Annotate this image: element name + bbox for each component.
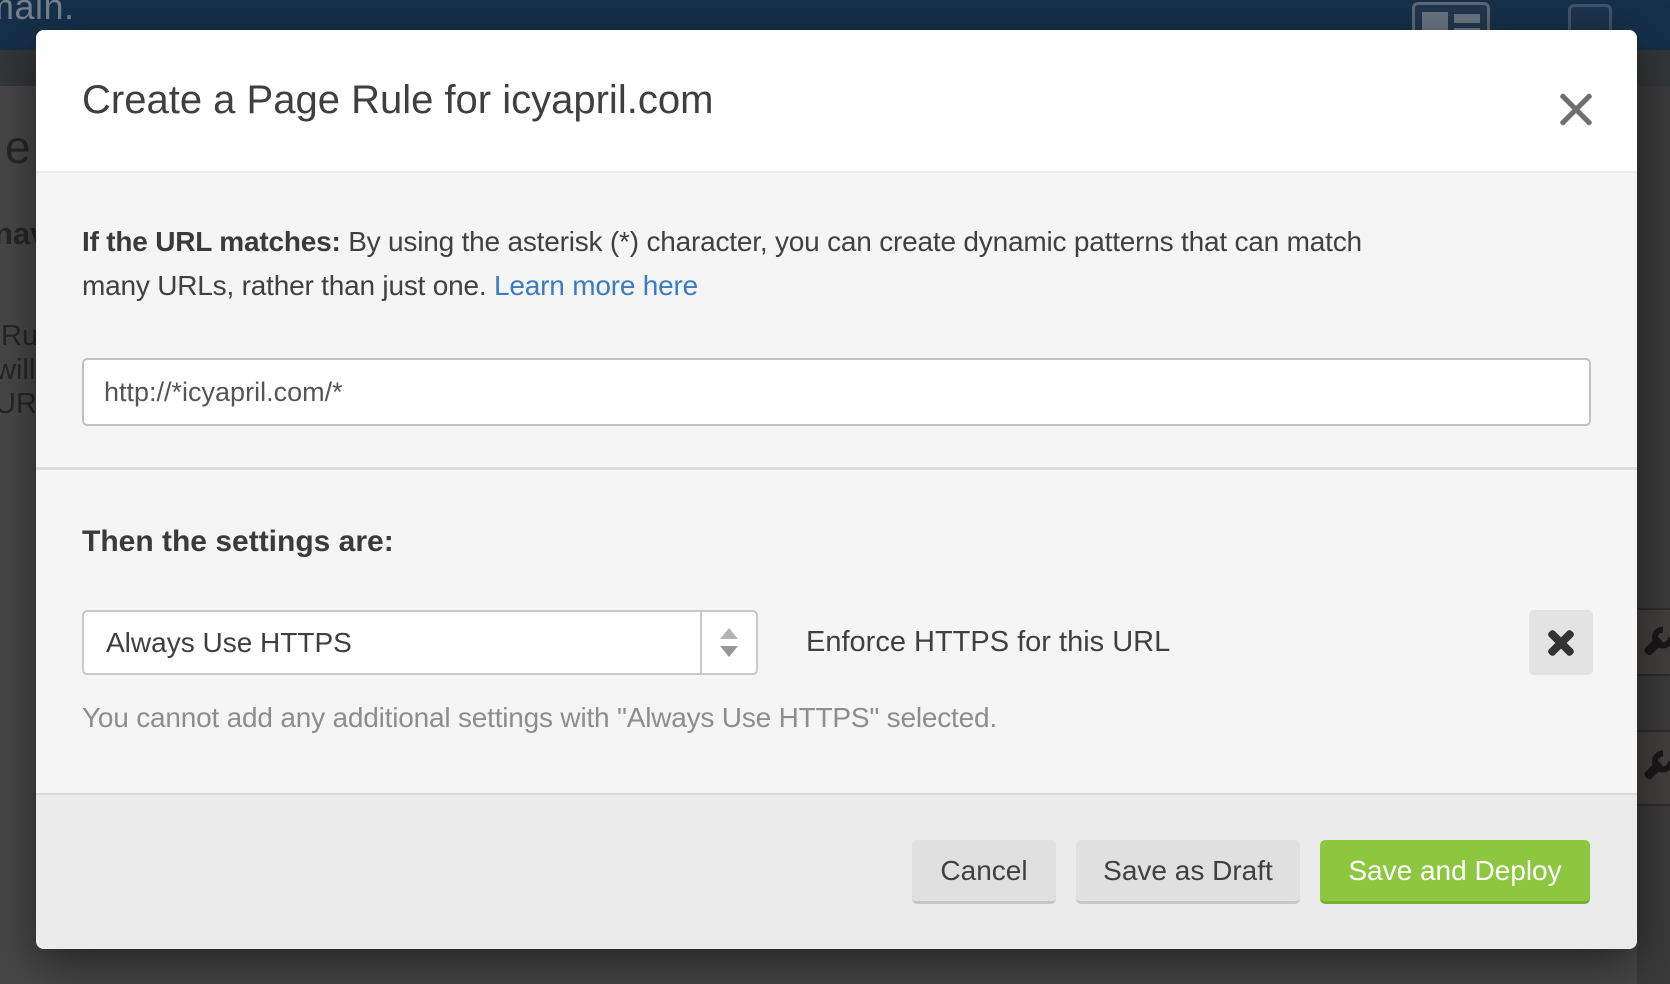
modal-header: Create a Page Rule for icyapril.com [36, 30, 1637, 173]
domain-text-fragment: main. [0, 0, 75, 28]
remove-setting-button[interactable] [1529, 610, 1593, 675]
background-text-fragment: e [5, 120, 31, 174]
save-and-deploy-button[interactable]: Save and Deploy [1320, 840, 1590, 904]
settings-heading: Then the settings are: [82, 525, 394, 559]
background-right-strip [1637, 86, 1670, 984]
url-match-description: If the URL matches: By using the asteris… [82, 220, 1362, 308]
chevron-down-icon [720, 646, 738, 657]
url-match-section: If the URL matches: By using the asteris… [36, 173, 1637, 470]
setting-select[interactable]: Always Use HTTPS [82, 610, 758, 675]
modal-title: Create a Page Rule for icyapril.com [82, 30, 713, 171]
setting-select-value: Always Use HTTPS [106, 612, 352, 673]
create-page-rule-modal: Create a Page Rule for icyapril.com If t… [36, 30, 1637, 949]
background-text-fragment: UR [0, 388, 37, 421]
url-match-text-line2: many URLs, rather than just one. [82, 270, 494, 301]
close-icon[interactable] [1553, 86, 1599, 132]
save-as-draft-button[interactable]: Save as Draft [1076, 840, 1300, 904]
url-pattern-input[interactable] [82, 358, 1591, 426]
background-text-fragment: Ru [1, 320, 38, 353]
select-spinner-icon[interactable] [700, 612, 756, 673]
settings-section: Then the settings are: Always Use HTTPS … [36, 473, 1637, 793]
background-text-fragment: will [0, 354, 35, 387]
modal-footer: Cancel Save as Draft Save and Deploy [36, 793, 1637, 949]
settings-note: You cannot add any additional settings w… [82, 702, 997, 734]
url-match-label: If the URL matches: [82, 226, 341, 257]
learn-more-link[interactable]: Learn more here [494, 270, 698, 301]
chevron-up-icon [720, 628, 738, 639]
cancel-button[interactable]: Cancel [912, 840, 1056, 904]
setting-description: Enforce HTTPS for this URL [806, 610, 1170, 675]
url-match-text-line1: By using the asterisk (*) character, you… [341, 226, 1362, 257]
